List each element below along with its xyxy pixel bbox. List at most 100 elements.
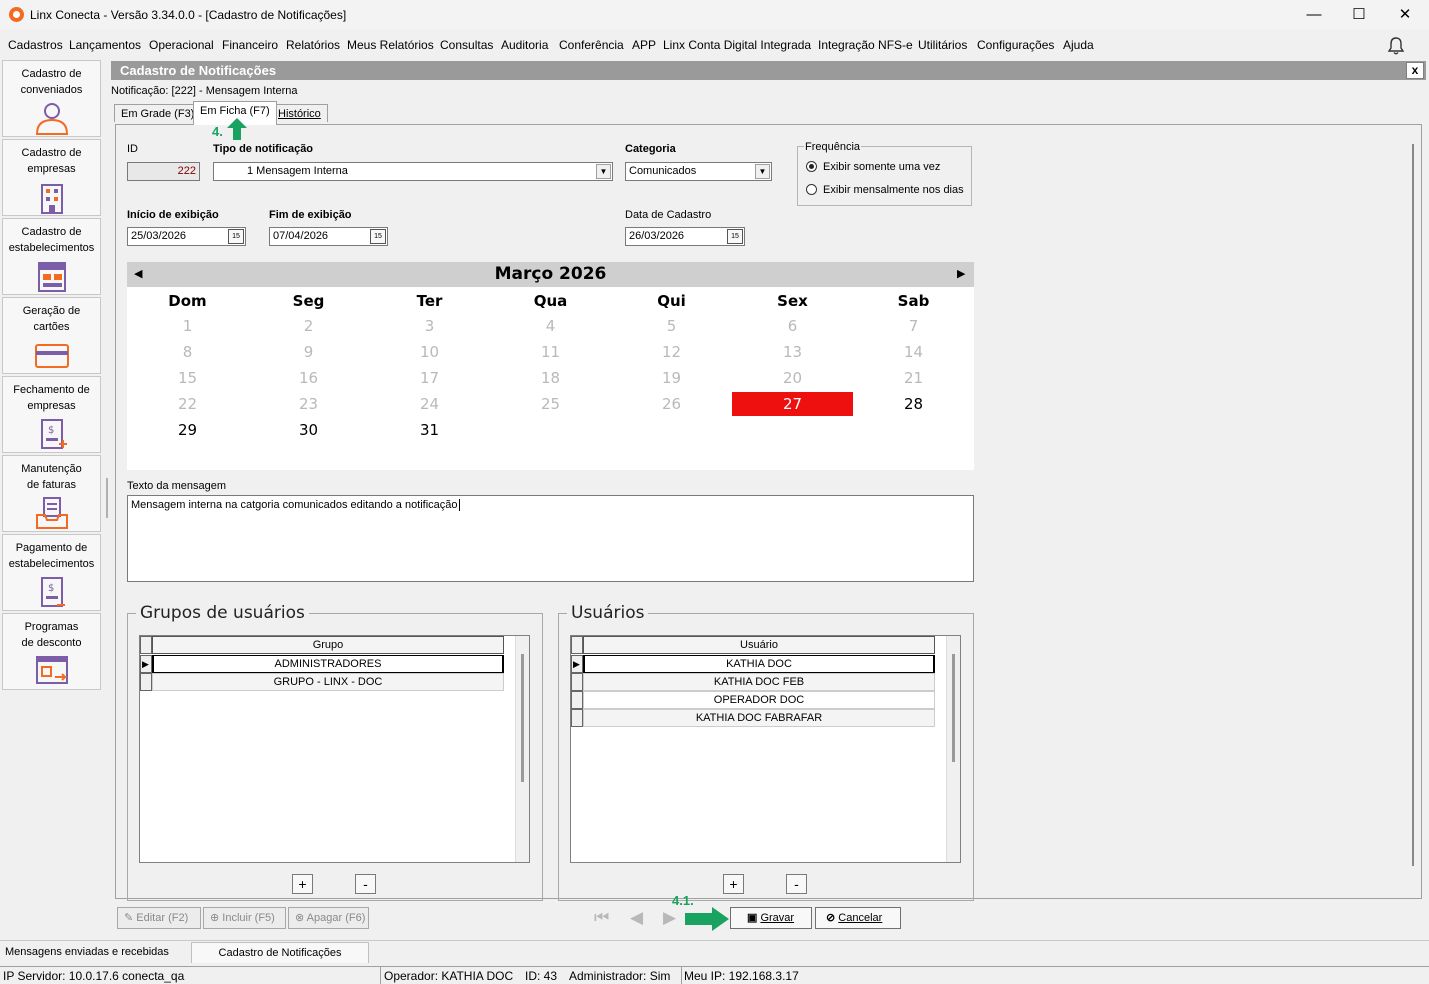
first-record-icon[interactable]: ⏮ bbox=[594, 908, 609, 928]
menu-conferencia[interactable]: Conferência bbox=[559, 38, 624, 52]
calendar-day[interactable]: 5 bbox=[611, 314, 732, 338]
freq-once-label[interactable]: Exibir somente uma vez bbox=[823, 161, 940, 173]
calendar-day[interactable]: 9 bbox=[248, 340, 369, 364]
calendar-day[interactable]: 26 bbox=[611, 392, 732, 416]
users-column-header[interactable]: Usuário bbox=[583, 636, 935, 654]
cancel-button[interactable]: ⊘ Cancelar bbox=[815, 907, 901, 929]
menu-app[interactable]: APP bbox=[632, 38, 656, 52]
close-window-button[interactable]: ✕ bbox=[1382, 0, 1428, 30]
calendar-day[interactable]: 20 bbox=[732, 366, 853, 390]
table-row[interactable]: GRUPO - LINX - DOC bbox=[152, 673, 504, 691]
calendar-day[interactable]: 18 bbox=[490, 366, 611, 390]
calendar-icon[interactable]: 15 bbox=[727, 229, 743, 244]
include-button[interactable]: ⊕ Incluir (F5) bbox=[203, 907, 286, 929]
table-row[interactable]: KATHIA DOC FABRAFAR bbox=[583, 709, 935, 727]
menu-meus-relatorios[interactable]: Meus Relatórios bbox=[347, 38, 434, 52]
menu-ajuda[interactable]: Ajuda bbox=[1063, 38, 1094, 52]
remove-group-button[interactable]: - bbox=[355, 874, 376, 894]
sidebar-item-empresas[interactable]: Cadastro de empresas bbox=[2, 139, 101, 216]
add-user-button[interactable]: + bbox=[723, 874, 744, 894]
calendar-day[interactable]: 31 bbox=[369, 418, 490, 442]
add-group-button[interactable]: + bbox=[292, 874, 313, 894]
table-row[interactable]: KATHIA DOC FEB bbox=[583, 673, 935, 691]
chevron-down-icon[interactable]: ▼ bbox=[755, 164, 770, 179]
window-tab-mensagens[interactable]: Mensagens enviadas e recebidas bbox=[5, 946, 169, 958]
groups-grid[interactable]: Grupo ▶ ADMINISTRADORES GRUPO - LINX - D… bbox=[139, 635, 530, 863]
calendar-icon[interactable]: 15 bbox=[370, 229, 386, 244]
calendar-day[interactable]: 4 bbox=[490, 314, 611, 338]
calendar-day[interactable]: 7 bbox=[853, 314, 974, 338]
bell-icon[interactable] bbox=[1386, 36, 1406, 56]
calendar-day[interactable]: 16 bbox=[248, 366, 369, 390]
content-scrollbar[interactable] bbox=[1412, 144, 1414, 866]
chevron-down-icon[interactable]: ▼ bbox=[596, 164, 611, 179]
fim-date-field[interactable]: 07/04/2026 15 bbox=[269, 227, 388, 246]
calendar-day[interactable]: 22 bbox=[127, 392, 248, 416]
save-button[interactable]: ▣ Gravar bbox=[730, 907, 812, 929]
sidebar-item-geracao-cartoes[interactable]: Geração de cartões bbox=[2, 297, 101, 374]
menu-relatorios[interactable]: Relatórios bbox=[286, 38, 340, 52]
next-month-button[interactable]: ▶ bbox=[957, 267, 965, 280]
users-grid[interactable]: Usuário ▶ KATHIA DOC KATHIA DOC FEB OPER… bbox=[570, 635, 961, 863]
inicio-date-field[interactable]: 25/03/2026 15 bbox=[127, 227, 246, 246]
calendar-day[interactable]: 23 bbox=[248, 392, 369, 416]
sidebar-item-estabelecimentos[interactable]: Cadastro de estabelecimentos bbox=[2, 218, 101, 295]
calendar-day[interactable]: 14 bbox=[853, 340, 974, 364]
table-row[interactable]: ADMINISTRADORES bbox=[152, 655, 504, 673]
calendar-day[interactable]: 2 bbox=[248, 314, 369, 338]
maximize-button[interactable]: ☐ bbox=[1336, 0, 1382, 30]
next-record-icon[interactable]: ▶ bbox=[663, 908, 676, 928]
cadastro-date-field[interactable]: 26/03/2026 15 bbox=[625, 227, 745, 246]
sidebar-item-manutencao-faturas[interactable]: Manutenção de faturas bbox=[2, 455, 101, 532]
calendar-day[interactable]: 11 bbox=[490, 340, 611, 364]
groups-column-header[interactable]: Grupo bbox=[152, 636, 504, 654]
calendar-day[interactable]: 8 bbox=[127, 340, 248, 364]
tab-em-grade[interactable]: Em Grade (F3) bbox=[114, 104, 202, 122]
calendar-day[interactable]: 17 bbox=[369, 366, 490, 390]
menu-cadastros[interactable]: Cadastros bbox=[8, 38, 63, 52]
menu-configuracoes[interactable]: Configurações bbox=[977, 38, 1054, 52]
calendar-day[interactable]: 6 bbox=[732, 314, 853, 338]
sidebar-splitter[interactable] bbox=[106, 478, 108, 518]
freq-monthly-label[interactable]: Exibir mensalmente nos dias bbox=[823, 184, 964, 196]
calendar-icon[interactable]: 15 bbox=[228, 229, 244, 244]
edit-button[interactable]: ✎ Editar (F2) bbox=[117, 907, 201, 929]
table-row[interactable]: KATHIA DOC bbox=[583, 655, 935, 673]
freq-once-radio[interactable] bbox=[806, 161, 817, 172]
categoria-select[interactable]: Comunicados ▼ bbox=[625, 162, 772, 181]
calendar-day[interactable]: 3 bbox=[369, 314, 490, 338]
sidebar-item-conveniados[interactable]: Cadastro de conveniados bbox=[2, 60, 101, 137]
form-close-button[interactable]: x bbox=[1406, 62, 1424, 79]
menu-auditoria[interactable]: Auditoria bbox=[501, 38, 548, 52]
groups-scroll-thumb[interactable] bbox=[521, 654, 524, 782]
calendar-day[interactable]: 13 bbox=[732, 340, 853, 364]
sidebar-item-fechamento-empresas[interactable]: Fechamento de empresas $ bbox=[2, 376, 101, 453]
freq-monthly-radio[interactable] bbox=[806, 184, 817, 195]
calendar-day[interactable]: 15 bbox=[127, 366, 248, 390]
tipo-select[interactable]: 1 Mensagem Interna ▼ bbox=[213, 162, 613, 181]
tab-historico[interactable]: Histórico bbox=[271, 104, 328, 122]
calendar-day[interactable]: 29 bbox=[127, 418, 248, 442]
message-textarea[interactable]: Mensagem interna na catgoria comunicados… bbox=[127, 495, 974, 582]
menu-linx-conta-digital[interactable]: Linx Conta Digital Integrada bbox=[663, 38, 811, 52]
menu-operacional[interactable]: Operacional bbox=[149, 38, 214, 52]
calendar-day[interactable]: 12 bbox=[611, 340, 732, 364]
remove-user-button[interactable]: - bbox=[786, 874, 807, 894]
menu-lancamentos[interactable]: Lançamentos bbox=[69, 38, 141, 52]
calendar-day[interactable]: 30 bbox=[248, 418, 369, 442]
sidebar-item-pagamento-estabelecimentos[interactable]: Pagamento de estabelecimentos $ bbox=[2, 534, 101, 611]
calendar-day[interactable]: 10 bbox=[369, 340, 490, 364]
calendar-day[interactable]: 24 bbox=[369, 392, 490, 416]
calendar-day[interactable]: 1 bbox=[127, 314, 248, 338]
calendar-day[interactable]: 21 bbox=[853, 366, 974, 390]
table-row[interactable]: OPERADOR DOC bbox=[583, 691, 935, 709]
calendar-day[interactable]: 19 bbox=[611, 366, 732, 390]
users-scroll-thumb[interactable] bbox=[952, 654, 955, 762]
calendar-day[interactable]: 27 bbox=[732, 392, 853, 416]
menu-consultas[interactable]: Consultas bbox=[440, 38, 493, 52]
menu-financeiro[interactable]: Financeiro bbox=[222, 38, 278, 52]
calendar-day[interactable]: 25 bbox=[490, 392, 611, 416]
delete-button[interactable]: ⊗ Apagar (F6) bbox=[288, 907, 369, 929]
menu-integracao-nfse[interactable]: Integração NFS-e bbox=[818, 38, 913, 52]
prev-record-icon[interactable]: ◀ bbox=[630, 908, 643, 928]
